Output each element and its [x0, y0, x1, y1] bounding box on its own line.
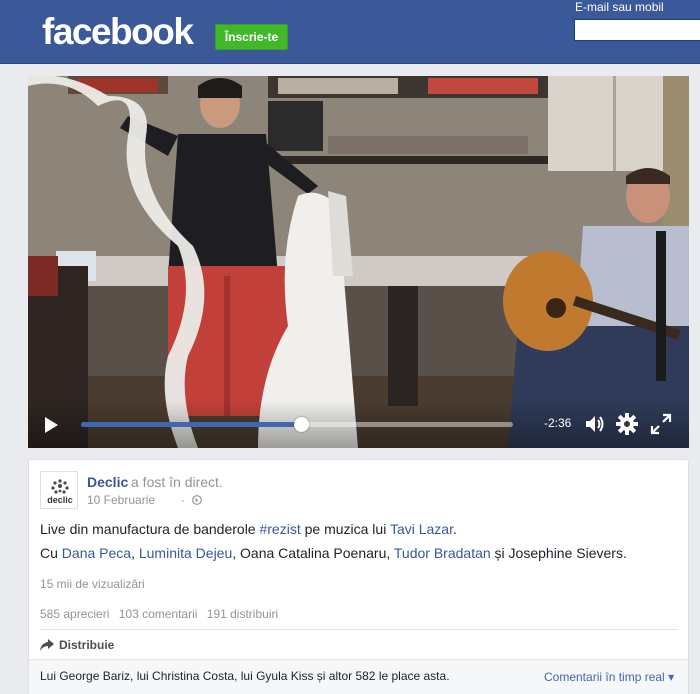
shares-count[interactable]: 191 distribuiri	[207, 607, 278, 621]
time-remaining: -2:36	[544, 416, 572, 430]
view-count: 15 mii de vizualizări	[40, 577, 145, 591]
facebook-logo[interactable]: facebook	[42, 11, 194, 53]
comments-sort-label: Comentarii în timp real	[544, 670, 665, 684]
post-text-segment: .	[453, 521, 457, 537]
divider	[40, 629, 678, 630]
svg-text:declic: declic	[47, 495, 73, 505]
post-text-segment: ,	[131, 545, 139, 561]
date-separator: ·	[181, 493, 185, 507]
page-name-link[interactable]: Declic	[87, 474, 128, 490]
post-text-segment: și Josephine Sievers.	[490, 545, 627, 561]
engagement-stats: 585 aprecieri 103 comentarii 191 distrib…	[40, 607, 284, 621]
signup-button[interactable]: Înscrie-te	[215, 24, 288, 50]
likes-row: Lui George Bariz, lui Christina Costa, l…	[29, 660, 688, 694]
fullscreen-icon[interactable]	[650, 413, 672, 435]
video-player[interactable]: -2:36	[28, 76, 689, 448]
post-text-line-2: Cu Dana Peca, Luminita Dejeu, Oana Catal…	[40, 545, 627, 561]
share-button[interactable]: Distribuie	[40, 638, 114, 652]
email-field[interactable]	[574, 19, 700, 41]
post-text-line-1: Live din manufactura de banderole #rezis…	[40, 521, 457, 537]
progress-fill	[81, 422, 302, 427]
post-text-segment: , Oana Catalina Poenaru,	[232, 545, 394, 561]
reactions-count[interactable]: 585 aprecieri	[40, 607, 109, 621]
progress-handle[interactable]	[294, 417, 310, 432]
post-text-segment: pe muzica lui	[300, 521, 390, 537]
tagged-person-link[interactable]: Tudor Bradatan	[394, 545, 491, 561]
post-date-link[interactable]: 10 Februarie	[87, 493, 155, 507]
volume-icon[interactable]	[584, 413, 606, 435]
likes-summary[interactable]: Lui George Bariz, lui Christina Costa, l…	[40, 669, 450, 683]
email-label: E-mail sau mobil	[575, 0, 664, 14]
comments-count[interactable]: 103 comentarii	[119, 607, 198, 621]
gear-icon[interactable]	[615, 412, 639, 436]
progress-bar[interactable]	[81, 417, 513, 432]
hashtag-link[interactable]: #rezist	[259, 521, 300, 537]
tagged-person-link[interactable]: Dana Peca	[62, 545, 131, 561]
play-icon[interactable]	[42, 416, 60, 434]
tagged-person-link[interactable]: Luminita Dejeu	[139, 545, 232, 561]
globe-icon[interactable]	[192, 495, 202, 505]
post-text-segment: Live din manufactura de banderole	[40, 521, 260, 537]
post-action-text: a fost în direct.	[131, 474, 223, 490]
share-arrow-icon	[40, 639, 54, 651]
video-controls: -2:36	[28, 400, 689, 448]
share-label: Distribuie	[59, 638, 115, 652]
post-card: declic Declic a fost în direct. 10 Febru…	[28, 459, 689, 694]
declic-logo-icon: declic	[47, 479, 73, 505]
comments-sort-dropdown[interactable]: Comentarii în timp real ▾	[544, 670, 674, 684]
post-text-segment: Cu	[40, 545, 62, 561]
chevron-down-icon: ▾	[668, 670, 675, 684]
page-avatar[interactable]: declic	[40, 471, 78, 509]
top-bar: facebook Înscrie-te E-mail sau mobil	[0, 0, 700, 64]
artist-link[interactable]: Tavi Lazar	[390, 521, 453, 537]
video-frame	[28, 76, 689, 448]
